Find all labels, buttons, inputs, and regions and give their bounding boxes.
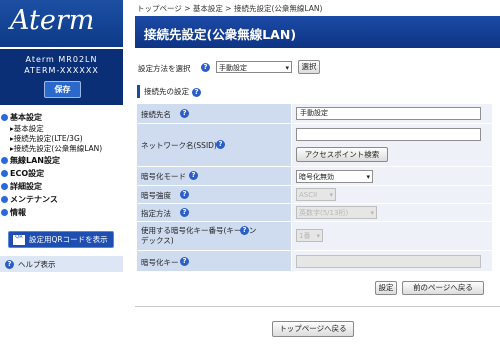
help-icon[interactable]: ? <box>216 140 225 149</box>
nav-bullet-icon <box>1 157 8 164</box>
aterm-logo: Aterm <box>10 5 95 36</box>
nav-sub-basic[interactable]: ▸基本設定 <box>0 124 123 134</box>
model-name: Aterm MR02LN <box>25 55 98 64</box>
help-icon[interactable]: ? <box>180 208 189 217</box>
row-encryption-strength: 暗号強度 ? ASCII ▾ <box>137 186 492 204</box>
help-icon: ? <box>5 260 14 269</box>
nav-bullet-icon <box>1 196 8 203</box>
row-encryption-key: 暗号化キー ? <box>137 251 492 272</box>
nav-maintenance[interactable]: メンテナンス <box>0 193 123 206</box>
help-icon[interactable]: ? <box>180 257 189 266</box>
nav-sub-public-wlan[interactable]: ▸接続先設定(公衆無線LAN) <box>0 144 123 154</box>
nav-bullet-icon <box>1 170 8 177</box>
row-designation-method: 指定方法 ? 英数字(5/13桁) ▾ <box>137 204 492 222</box>
chevron-down-icon: ▾ <box>316 232 320 240</box>
chevron-down-icon: ▾ <box>329 191 333 199</box>
breadcrumb: トップページ > 基本設定 > 接続先設定(公衆無線LAN) <box>137 4 323 13</box>
connection-name-input[interactable]: 手動設定 <box>296 107 481 120</box>
back-to-top-page-button[interactable]: トップページへ戻る <box>272 321 354 337</box>
nav-sub-lte[interactable]: ▸接続先設定(LTE/3G) <box>0 134 123 144</box>
designation-method-select: 英数字(5/13桁) ▾ <box>296 206 377 219</box>
nav-bullet-icon <box>1 183 8 190</box>
chevron-down-icon: ▾ <box>370 209 374 217</box>
nav-info[interactable]: 情報 <box>0 206 123 219</box>
device-info-panel: Aterm MR02LN ATERM-XXXXXX 保存 <box>0 49 123 105</box>
row-encryption-mode: 暗号化モード ? 暗号化無効 ▾ <box>137 167 492 186</box>
help-icon[interactable]: ? <box>180 109 189 118</box>
show-qr-code-button[interactable]: QR 設定用QRコードを表示 <box>8 231 114 248</box>
designation-method-label: 指定方法 <box>141 209 171 218</box>
connection-name-label: 接続先名 <box>141 110 171 119</box>
chevron-down-icon: ▾ <box>366 173 370 181</box>
help-icon[interactable]: ? <box>192 87 201 97</box>
section-heading: 接続先の設定? <box>137 85 201 98</box>
select-button[interactable]: 選択 <box>298 60 320 74</box>
row-ssid: ネットワーク名(SSID) ? アクセスポイント検索 <box>137 124 492 167</box>
save-button[interactable]: 保存 <box>44 81 81 98</box>
sidebar: Aterm Aterm MR02LN ATERM-XXXXXX 保存 基本設定 … <box>0 0 123 358</box>
back-to-previous-page-button[interactable]: 前のページへ戻る <box>402 281 484 295</box>
ssid-label: ネットワーク名(SSID) <box>141 141 217 150</box>
row-key-index: 使用する暗号化キー番号(キーインデックス) ? 1番 ▾ <box>137 222 492 251</box>
nav-wireless-lan[interactable]: 無線LAN設定 <box>0 154 123 167</box>
nav-bullet-icon <box>1 114 8 121</box>
row-connection-name: 接続先名 ? 手動設定 <box>137 104 492 124</box>
page-title: 接続先設定(公衆無線LAN) <box>144 27 297 42</box>
encryption-strength-select: ASCII ▾ <box>296 188 336 201</box>
nav-bullet-icon <box>1 209 8 216</box>
nav-basic-settings[interactable]: 基本設定 <box>0 111 123 124</box>
encryption-mode-select[interactable]: 暗号化無効 ▾ <box>296 170 373 183</box>
chevron-down-icon: ▾ <box>285 64 289 72</box>
encryption-key-input <box>296 255 481 268</box>
encryption-mode-label: 暗号化モード <box>141 172 186 181</box>
access-point-search-button[interactable]: アクセスポイント検索 <box>296 147 388 162</box>
encryption-key-label: 暗号化キー <box>141 258 179 267</box>
ssid-input[interactable] <box>296 128 481 141</box>
help-toggle[interactable]: ? ヘルプ表示 <box>0 256 123 272</box>
key-index-select: 1番 ▾ <box>296 229 323 242</box>
help-icon[interactable]: ? <box>189 171 198 180</box>
encryption-strength-label: 暗号強度 <box>141 191 171 200</box>
help-icon[interactable]: ? <box>240 226 249 235</box>
nav-eco[interactable]: ECO設定 <box>0 167 123 180</box>
divider <box>135 306 500 307</box>
help-icon[interactable]: ? <box>180 190 189 199</box>
help-icon[interactable]: ? <box>201 63 210 72</box>
setting-method-label: 設定方法を選択 <box>138 64 191 73</box>
set-button[interactable]: 設定 <box>375 281 397 295</box>
setting-method-select[interactable]: 手動設定 ▾ <box>216 61 292 73</box>
device-id: ATERM-XXXXXX <box>24 66 99 75</box>
help-label: ヘルプ表示 <box>18 260 56 269</box>
logo-area: Aterm <box>0 0 123 47</box>
qr-code-icon: QR <box>13 235 25 245</box>
main-content: トップページ > 基本設定 > 接続先設定(公衆無線LAN) 接続先設定(公衆無… <box>135 0 500 358</box>
sidebar-nav: 基本設定 ▸基本設定 ▸接続先設定(LTE/3G) ▸接続先設定(公衆無線LAN… <box>0 111 123 219</box>
nav-advanced[interactable]: 詳細設定 <box>0 180 123 193</box>
title-bar: 接続先設定(公衆無線LAN) <box>135 16 500 48</box>
